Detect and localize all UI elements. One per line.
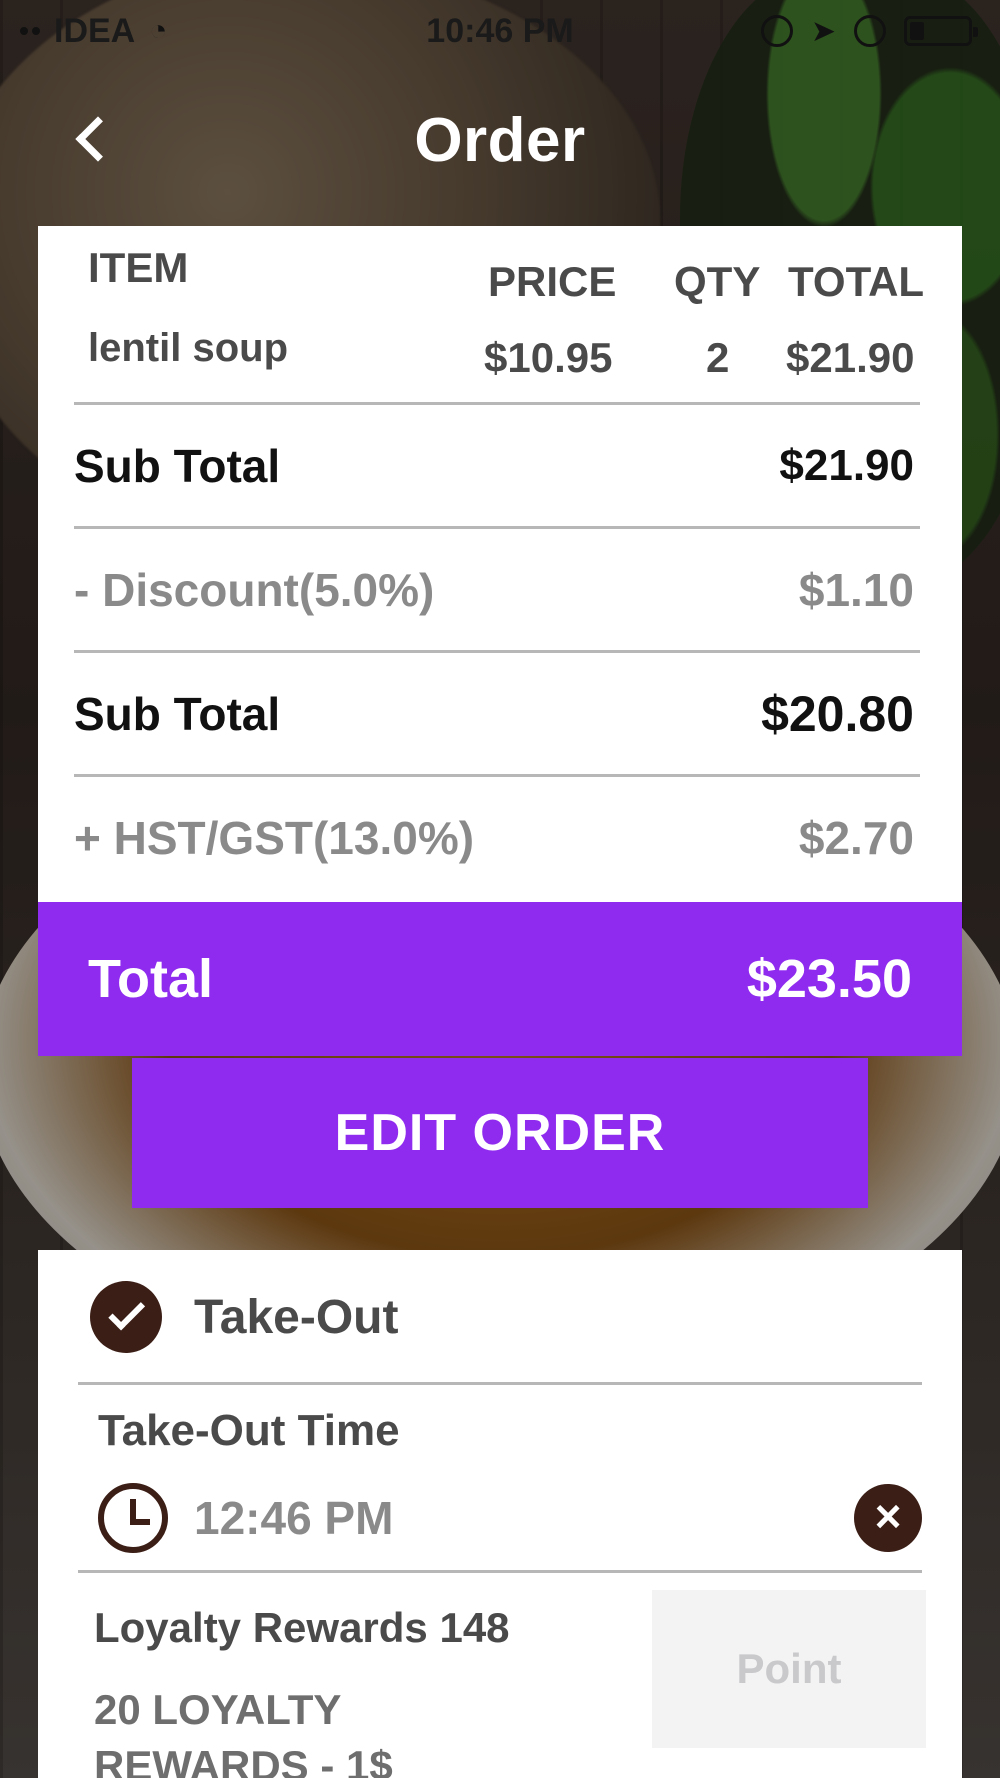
battery-icon (904, 16, 978, 46)
divider (78, 1570, 922, 1573)
signal-icon (20, 27, 40, 35)
order-screen: IDEA ◔ 10:46 PM ➤ Order ITEM PRICE QTY T… (0, 0, 1000, 1778)
item-price: $10.95 (484, 334, 613, 381)
subtotal-after-discount-value: $20.80 (761, 685, 914, 742)
header-qty: QTY (674, 258, 761, 305)
total-label: Total (88, 949, 213, 1009)
close-icon: × (874, 1490, 902, 1542)
subtotal-value: $21.90 (779, 440, 914, 490)
carrier-name: IDEA (54, 11, 136, 50)
chevron-left-icon (75, 116, 121, 162)
tax-label: + HST/GST(13.0%) (74, 811, 475, 864)
back-button[interactable] (62, 109, 122, 169)
status-left: IDEA ◔ (20, 12, 167, 51)
takeout-option[interactable]: Take-Out (38, 1250, 962, 1384)
location-icon: ➤ (810, 14, 836, 48)
loyalty-rewards-title: Loyalty Rewards 148 (94, 1604, 510, 1651)
takeout-time-title: Take-Out Time (98, 1406, 400, 1455)
total-value: $23.50 (746, 949, 912, 1009)
item-name: lentil soup (88, 326, 288, 370)
nav-bar: Order (0, 95, 1000, 185)
divider (78, 1382, 922, 1385)
takeout-label: Take-Out (194, 1290, 399, 1344)
order-summary-card: ITEM PRICE QTY TOTAL lentil soup $10.95 … (38, 226, 962, 902)
subtotal-row: Sub Total $21.90 (74, 402, 920, 526)
edit-order-button[interactable]: EDIT ORDER (132, 1058, 868, 1208)
discount-row: - Discount(5.0%) $1.10 (74, 526, 920, 650)
item-qty: 2 (706, 334, 730, 381)
clock-icon (98, 1483, 168, 1553)
loyalty-rewards-rate: 20 LOYALTY REWARDS - 1$ (94, 1686, 393, 1778)
header-item: ITEM (88, 244, 189, 291)
subtotal-after-discount-label: Sub Total (74, 687, 281, 740)
status-bar: IDEA ◔ 10:46 PM ➤ (0, 0, 1000, 62)
tax-value: $2.70 (798, 811, 914, 864)
alarm-icon (854, 15, 886, 47)
orientation-lock-icon (760, 15, 793, 47)
items-header: ITEM PRICE QTY TOTAL (38, 226, 962, 316)
discount-value: $1.10 (798, 563, 914, 616)
clear-time-button[interactable]: × (854, 1484, 922, 1552)
takeout-time-value: 12:46 PM (194, 1492, 394, 1544)
status-time: 10:46 PM (426, 11, 574, 50)
point-button[interactable]: Point (652, 1590, 926, 1748)
order-item-row: lentil soup $10.95 2 $21.90 (38, 316, 962, 396)
takeout-time-picker[interactable]: 12:46 PM × (98, 1478, 922, 1558)
header-price: PRICE (488, 258, 617, 305)
wifi-icon: ◔ (149, 14, 168, 47)
discount-label: - Discount(5.0%) (74, 563, 435, 616)
status-right: ➤ (760, 14, 978, 49)
total-bar: Total $23.50 (38, 902, 962, 1056)
subtotal-after-discount-row: Sub Total $20.80 (74, 650, 920, 774)
tax-row: + HST/GST(13.0%) $2.70 (74, 774, 920, 898)
pickup-options-card: Take-Out Take-Out Time 12:46 PM × Loyalt… (38, 1250, 962, 1778)
header-total: TOTAL (788, 258, 925, 305)
item-total: $21.90 (786, 334, 915, 381)
checkmark-icon[interactable] (90, 1281, 162, 1353)
page-title: Order (414, 105, 586, 175)
subtotal-label: Sub Total (74, 439, 281, 492)
